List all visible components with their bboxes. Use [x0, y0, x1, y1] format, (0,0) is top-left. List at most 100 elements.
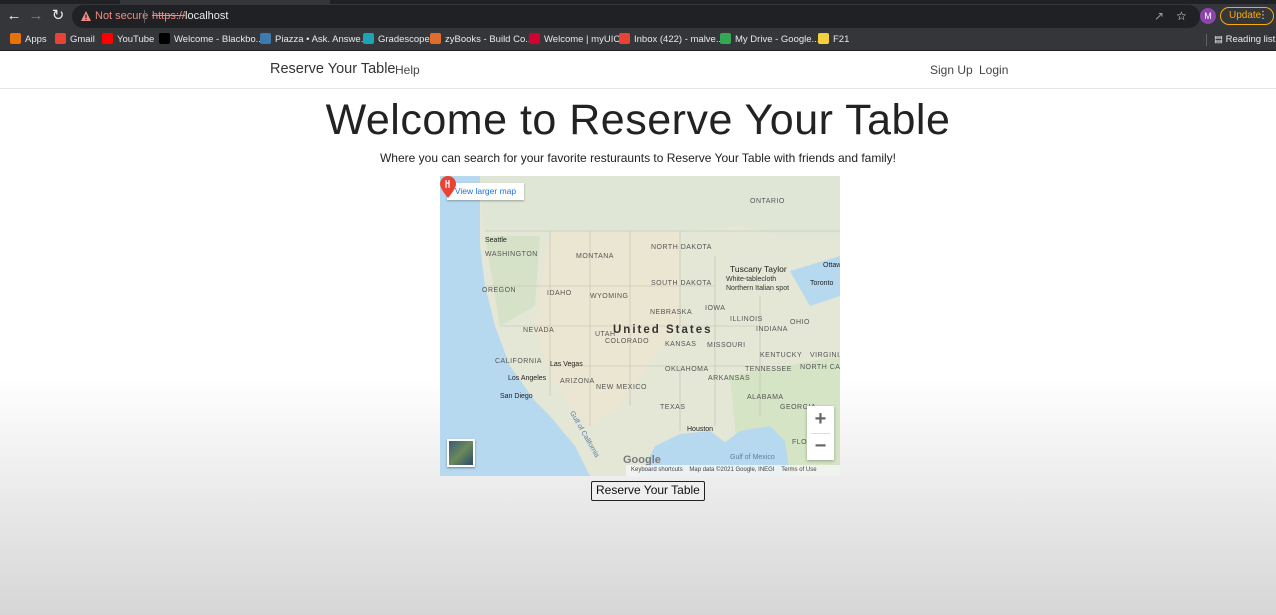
- map-region-label: INDIANA: [756, 326, 788, 333]
- map-region-label: FLO: [792, 439, 808, 446]
- map-city-label: Houston: [687, 426, 714, 433]
- view-larger-map-link[interactable]: View larger map: [447, 183, 524, 200]
- bookmark-item[interactable]: zyBooks - Build Co...: [430, 33, 533, 47]
- piazza-icon: [260, 33, 271, 44]
- page-title: Welcome to Reserve Your Table: [325, 96, 951, 144]
- warning-icon: [81, 11, 91, 21]
- map-region-label: OHIO: [790, 319, 810, 326]
- map-region-label: TENNESSEE: [745, 366, 792, 373]
- country-label: United States: [613, 324, 713, 336]
- reserve-table-button[interactable]: Reserve Your Table: [591, 481, 705, 501]
- map-region-label: NEW MEXICO: [596, 384, 647, 391]
- satellite-toggle[interactable]: [447, 439, 475, 467]
- youtube-icon: [102, 33, 113, 44]
- map-region-label: NEVADA: [523, 327, 555, 334]
- zoom-in-button[interactable]: +: [807, 406, 834, 433]
- map-city-label: Toronto: [810, 280, 834, 287]
- bookmark-item[interactable]: Inbox (422) - malve...: [619, 33, 724, 47]
- url-host: localhost: [185, 10, 229, 22]
- omnibox-separator: [144, 10, 145, 23]
- reading-list-button[interactable]: ▤ Reading list: [1214, 33, 1275, 47]
- map-region-label: TEXAS: [660, 404, 686, 411]
- map-region-label: ALABAMA: [747, 394, 784, 401]
- map-region-label: SOUTH DAKOTA: [651, 280, 712, 287]
- map-region-label: ARIZONA: [560, 378, 595, 385]
- place-name[interactable]: Tuscany Taylor: [730, 264, 787, 274]
- drive-icon: [720, 33, 731, 44]
- bookmark-item[interactable]: Gmail: [55, 33, 95, 47]
- login-link[interactable]: Login: [979, 63, 1008, 77]
- map-region-label: IOWA: [705, 305, 726, 312]
- share-icon[interactable]: ↗: [1154, 9, 1164, 23]
- back-arrow-icon[interactable]: ←: [5, 7, 23, 25]
- zoom-controls: + −: [807, 406, 834, 460]
- gradescope-icon: [363, 33, 374, 44]
- map-city-label: Las Vegas: [550, 361, 583, 368]
- map-region-label: KANSAS: [665, 341, 697, 348]
- update-button[interactable]: Update ⋮: [1220, 7, 1274, 25]
- bookmark-item[interactable]: My Drive - Google...: [720, 33, 819, 47]
- map-region-label: NORTH DAKOTA: [651, 244, 712, 251]
- url-text[interactable]: https://localhost: [152, 10, 228, 22]
- uic-icon: [529, 33, 540, 44]
- map-city-label: Los Angeles: [508, 375, 547, 382]
- map-region-label: MONTANA: [576, 253, 614, 260]
- place-sub1: White-tablecloth: [726, 276, 777, 283]
- bookmark-item[interactable]: Welcome - Blackbo...: [159, 33, 264, 47]
- bookmark-item[interactable]: Gradescope: [363, 33, 430, 47]
- map-region-label: NEBRASKA: [650, 309, 693, 316]
- bookmarks-separator: [1206, 34, 1207, 46]
- site-brand-link[interactable]: Reserve Your Table: [270, 61, 396, 77]
- map-region-label: OREGON: [482, 287, 517, 294]
- gmail-icon: [619, 33, 630, 44]
- map-region-label: CALIFORNIA: [495, 358, 543, 365]
- embedded-map[interactable]: View larger map ONTARIO WASHINGTON MONTANA…: [440, 176, 840, 476]
- bookmark-label: My Drive - Google...: [735, 34, 820, 45]
- map-region-label: ONTARIO: [750, 198, 785, 205]
- zybooks-icon: [430, 33, 441, 44]
- help-link[interactable]: Help: [395, 63, 420, 77]
- map-region-label: IDAHO: [547, 290, 572, 297]
- bookmark-label: Inbox (422) - malve...: [634, 34, 724, 45]
- browser-toolbar: ← → ↻ Not secure https://localhost ↗ ☆ M…: [0, 4, 1276, 29]
- url-scheme: https://: [152, 10, 186, 22]
- zoom-out-button[interactable]: −: [807, 433, 834, 460]
- location-pin-icon[interactable]: [440, 176, 456, 198]
- update-label: Update: [1229, 10, 1262, 21]
- bookmark-item[interactable]: Piazza • Ask. Answe...: [260, 33, 369, 47]
- place-description: White-tablecloth Northern Italian spot: [726, 275, 789, 293]
- map-region-label: OKLAHOMA: [665, 366, 709, 373]
- map-city-label: San Diego: [500, 393, 533, 400]
- signup-link[interactable]: Sign Up: [930, 63, 973, 77]
- reading-list-icon: ▤: [1214, 34, 1226, 45]
- map-region-label: ARKANSAS: [708, 375, 751, 382]
- page-subtitle: Where you can search for your favorite r…: [379, 151, 897, 165]
- bookmark-item[interactable]: YouTube: [102, 33, 154, 47]
- map-region-label: WYOMING: [590, 293, 629, 300]
- bookmark-item[interactable]: F21: [818, 33, 849, 47]
- bookmark-item[interactable]: Welcome | myUIC: [529, 33, 620, 47]
- bookmark-label: Piazza • Ask. Answe...: [275, 34, 369, 45]
- bookmarks-bar: ▤ Reading list Apps Gmail YouTube Welcome -…: [0, 29, 1276, 51]
- map-city-label: Ottaw: [823, 262, 840, 269]
- map-region-label: MISSOURI: [707, 342, 746, 349]
- menu-dots-icon[interactable]: ⋮: [1258, 8, 1268, 24]
- reload-icon[interactable]: ↻: [49, 7, 67, 25]
- apps-grid-icon: [10, 33, 21, 44]
- bookmark-label: Gradescope: [378, 34, 430, 45]
- terms-link[interactable]: Terms of Use: [781, 467, 816, 473]
- bookmark-label: YouTube: [117, 34, 155, 45]
- not-secure-label[interactable]: Not secure: [95, 10, 148, 22]
- map-attribution: Keyboard shortcuts Map data ©2021 Google…: [626, 465, 840, 476]
- place-sub2: Northern Italian spot: [726, 285, 790, 292]
- map-city-label: Gulf of Mexico: [730, 454, 775, 461]
- bookmark-item[interactable]: Apps: [10, 33, 47, 47]
- forward-arrow-icon[interactable]: →: [27, 7, 45, 25]
- bookmark-label: Welcome - Blackbo...: [174, 34, 264, 45]
- keyboard-shortcuts-link[interactable]: Keyboard shortcuts: [631, 467, 683, 473]
- bookmark-star-icon[interactable]: ☆: [1176, 9, 1187, 23]
- folder-icon: [818, 33, 829, 44]
- address-bar[interactable]: Not secure https://localhost ↗ ☆: [72, 5, 1200, 28]
- profile-avatar[interactable]: M: [1200, 8, 1216, 24]
- bookmark-label: Welcome | myUIC: [544, 34, 621, 45]
